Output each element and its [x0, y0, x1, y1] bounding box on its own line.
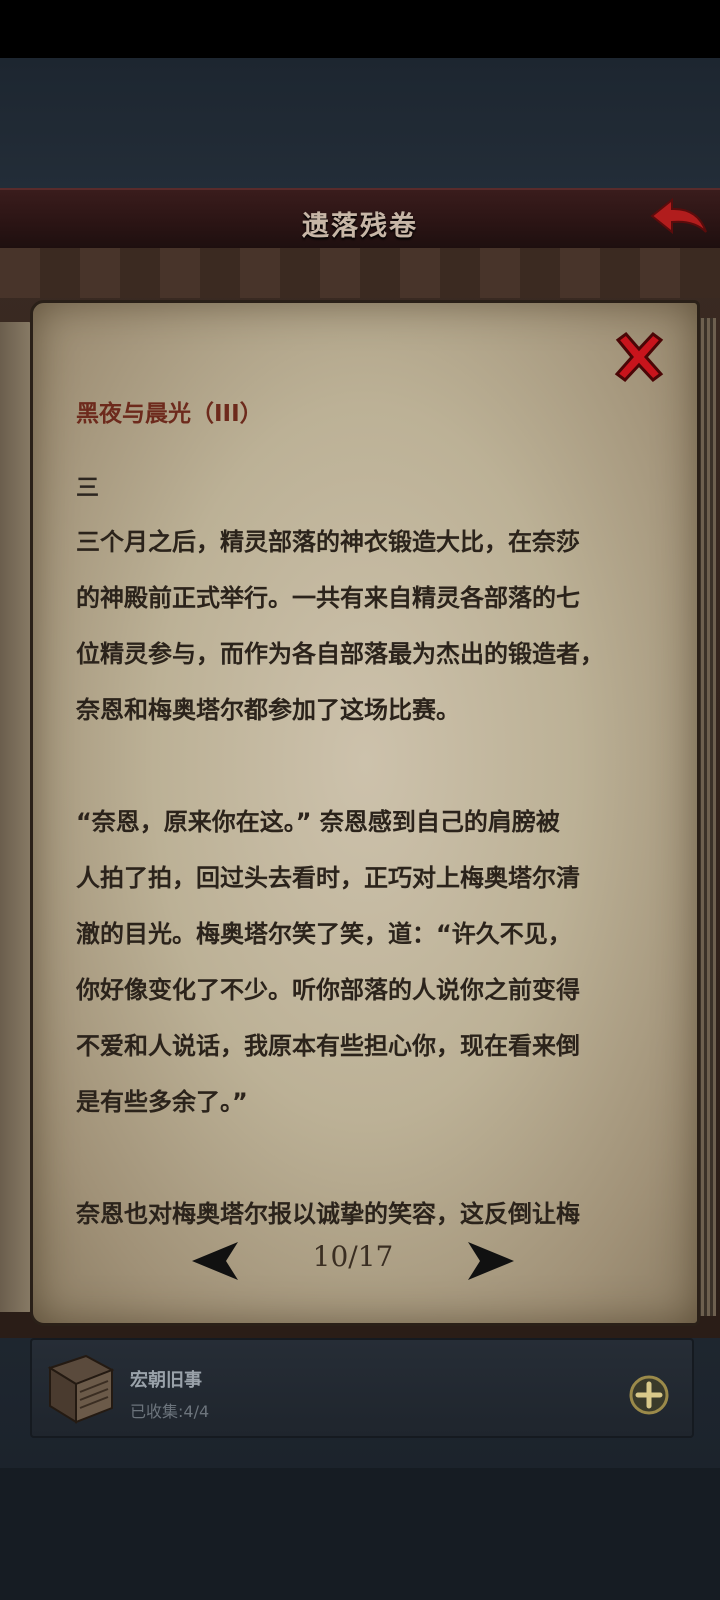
title-bar: 遗落残卷 [0, 188, 720, 250]
bottom-background [0, 1468, 720, 1600]
background-upper [0, 58, 720, 188]
frame-decoration [0, 248, 720, 298]
collection-progress: 已收集:4/4 [130, 1402, 210, 1421]
paragraph: 奈恩也对梅奥塔尔报以诚挚的笑容，这反倒让梅 [76, 1200, 580, 1228]
pagination: 10/17 [190, 1238, 520, 1284]
section-number: 三 [76, 475, 99, 501]
page-indicator: 10/17 [312, 1240, 394, 1273]
expand-button[interactable] [628, 1374, 670, 1416]
chapter-title: 黑夜与晨光（III） [76, 401, 263, 427]
close-button[interactable] [612, 330, 666, 384]
close-x-icon [614, 331, 664, 383]
paragraph: 三个月之后，精灵部落的神衣锻造大比，在奈莎 的神殿前正式举行。一共有来自精灵各部… [76, 528, 604, 724]
next-page-button[interactable] [466, 1240, 516, 1282]
back-button[interactable] [648, 196, 710, 240]
next-page-arrow-icon [468, 1242, 514, 1280]
paragraph: “奈恩，原来你在这。” 奈恩感到自己的肩膀被 人拍了拍，回过头去看时，正巧对上梅… [76, 808, 580, 1116]
prev-page-arrow-icon [192, 1242, 238, 1280]
page-title: 遗落残卷 [302, 211, 418, 242]
book-icon [42, 1348, 120, 1428]
status-bar-area [0, 0, 720, 58]
plus-circle-icon [629, 1375, 669, 1415]
prev-page-button[interactable] [190, 1240, 240, 1282]
collection-item[interactable]: 宏朝旧事 已收集:4/4 [30, 1338, 694, 1438]
collection-name: 宏朝旧事 [130, 1370, 202, 1391]
back-arrow-icon [650, 197, 707, 235]
book-text: 黑夜与晨光（III） 三 三个月之后，精灵部落的神衣锻造大比，在奈莎 的神殿前正… [76, 392, 636, 1242]
